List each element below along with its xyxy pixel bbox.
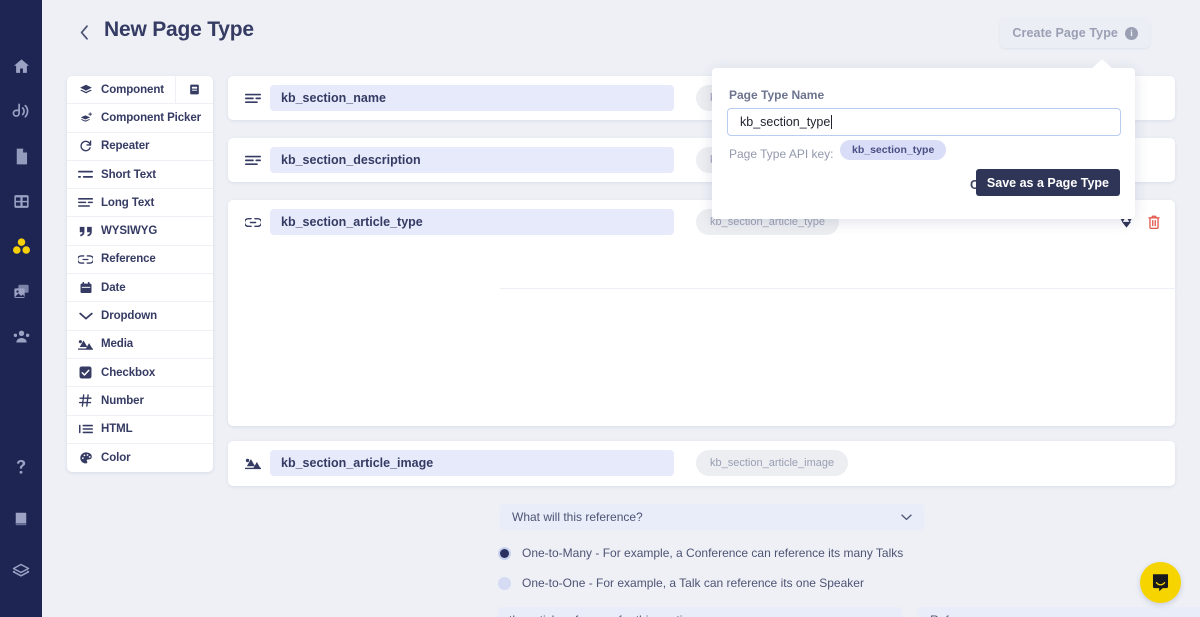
chevron-down-icon: [77, 308, 94, 324]
palette-item-wysiwyg[interactable]: WYSIWYG: [67, 217, 213, 245]
home-icon[interactable]: [0, 44, 42, 89]
quote-icon: [77, 223, 94, 239]
field-name-input[interactable]: kb_section_article_type: [270, 209, 674, 235]
palette-item-dropdown[interactable]: Dropdown: [67, 302, 213, 330]
document-icon[interactable]: [0, 134, 42, 179]
broadcast-icon[interactable]: [0, 89, 42, 134]
hash-icon: [77, 393, 94, 409]
radio-indicator: [498, 547, 511, 560]
palette-item-label: Reference: [101, 253, 156, 265]
palette-item-reference[interactable]: Reference: [67, 246, 213, 274]
radio-label: One-to-One - For example, a Talk can ref…: [522, 576, 864, 590]
back-button[interactable]: [74, 20, 94, 44]
page-type-name-label: Page Type Name: [729, 88, 824, 102]
palette-item-long-text[interactable]: Long Text: [67, 189, 213, 217]
short-text-icon: [77, 167, 94, 183]
reference-type-select[interactable]: Reference: [918, 607, 1200, 617]
page-type-name-value: kb_section_type: [740, 115, 830, 129]
palette-item-label: Component: [101, 84, 164, 96]
help-icon[interactable]: [0, 441, 42, 493]
chevron-down-icon: [901, 514, 912, 521]
layers-icon[interactable]: [0, 545, 42, 597]
palette-item-date[interactable]: Date: [67, 274, 213, 302]
reference-target-select-value: What will this reference?: [512, 510, 643, 524]
palette-item-label: HTML: [101, 423, 133, 435]
field-card: kb_section_article_image kb_section_arti…: [228, 441, 1175, 486]
palette-item-label: Checkbox: [101, 367, 155, 379]
image-icon: [77, 336, 94, 352]
reference-target-select[interactable]: What will this reference?: [500, 504, 924, 530]
divider: [500, 288, 1200, 289]
radio-indicator: [498, 577, 511, 590]
chat-bubble-icon[interactable]: [1140, 562, 1181, 603]
save-as-page-type-button[interactable]: Save as a Page Type: [976, 169, 1120, 196]
link-icon: [77, 251, 94, 267]
media-icon[interactable]: [0, 269, 42, 314]
palette-item-label: Color: [101, 452, 131, 464]
book-icon[interactable]: [0, 493, 42, 545]
text-caret: [831, 115, 832, 129]
short-text-icon: [236, 154, 270, 167]
api-key-badge: kb_section_type: [840, 140, 946, 160]
palette-item-label: WYSIWYG: [101, 225, 157, 237]
palette-item-label: Number: [101, 395, 144, 407]
calendar-icon: [77, 280, 94, 296]
palette-item-component-picker[interactable]: Component Picker: [67, 104, 213, 132]
table-icon[interactable]: [0, 179, 42, 224]
field-api-key: kb_section_article_image: [696, 450, 848, 476]
info-icon[interactable]: i: [1125, 27, 1138, 40]
checkbox-icon: [77, 365, 94, 381]
page-type-name-input[interactable]: kb_section_type: [727, 108, 1121, 136]
palette-item-short-text[interactable]: Short Text: [67, 161, 213, 189]
palette-item-label: Date: [101, 282, 126, 294]
radio-one-to-many[interactable]: One-to-Many - For example, a Conference …: [498, 546, 903, 560]
reference-description-input[interactable]: the article reference for this section: [498, 607, 902, 617]
palette-item-label: Dropdown: [101, 310, 157, 322]
palette-icon: [77, 450, 94, 466]
palette-item-repeater[interactable]: Repeater: [67, 133, 213, 161]
field-name-input[interactable]: kb_section_name: [270, 85, 674, 111]
palette-item-html[interactable]: HTML: [67, 416, 213, 444]
page-title: New Page Type: [104, 18, 254, 42]
palette-item-component[interactable]: Component: [67, 76, 213, 104]
refresh-icon: [77, 138, 94, 154]
users-icon[interactable]: [0, 314, 42, 359]
field-row: kb_section_article_image kb_section_arti…: [228, 441, 1175, 485]
api-key-label: Page Type API key:: [729, 147, 834, 161]
palette-item-label: Repeater: [101, 140, 149, 152]
book-icon[interactable]: [175, 76, 213, 103]
short-text-icon: [236, 92, 270, 105]
palette-item-label: Media: [101, 338, 133, 350]
left-nav-rail: [0, 0, 42, 617]
page-type-name-popover: Page Type Name kb_section_type Page Type…: [712, 68, 1135, 219]
page-header: New Page Type Create Page Type i: [42, 0, 1200, 65]
radio-label: One-to-Many - For example, a Conference …: [522, 546, 903, 560]
palette-item-label: Component Picker: [101, 112, 201, 124]
app-root: New Page Type Create Page Type i Compone…: [0, 0, 1200, 617]
palette-item-label: Short Text: [101, 169, 156, 181]
reference-field-card: kb_section_article_type kb_section_artic…: [228, 200, 1175, 426]
list-icon: [77, 421, 94, 437]
create-page-type-label: Create Page Type: [1012, 26, 1118, 40]
field-name-input[interactable]: kb_section_description: [270, 147, 674, 173]
radio-one-to-one[interactable]: One-to-One - For example, a Talk can ref…: [498, 576, 864, 590]
image-icon: [236, 457, 270, 470]
link-icon: [236, 216, 270, 229]
palette-item-checkbox[interactable]: Checkbox: [67, 359, 213, 387]
field-name-input[interactable]: kb_section_article_image: [270, 450, 674, 476]
trash-icon[interactable]: [1147, 214, 1161, 230]
create-page-type-button[interactable]: Create Page Type i: [1000, 18, 1150, 48]
component-palette: Component Component Picker Repeater Shor…: [67, 76, 213, 472]
layers-plus-icon: [77, 110, 94, 126]
palette-item-label: Long Text: [101, 197, 154, 209]
palette-item-number[interactable]: Number: [67, 387, 213, 415]
long-text-icon: [77, 195, 94, 211]
palette-item-media[interactable]: Media: [67, 331, 213, 359]
components-icon[interactable]: [0, 224, 42, 269]
reference-type-value: Reference: [930, 613, 985, 617]
popover-arrow: [1091, 59, 1113, 69]
palette-item-color[interactable]: Color: [67, 444, 213, 472]
layers-icon: [77, 82, 94, 98]
